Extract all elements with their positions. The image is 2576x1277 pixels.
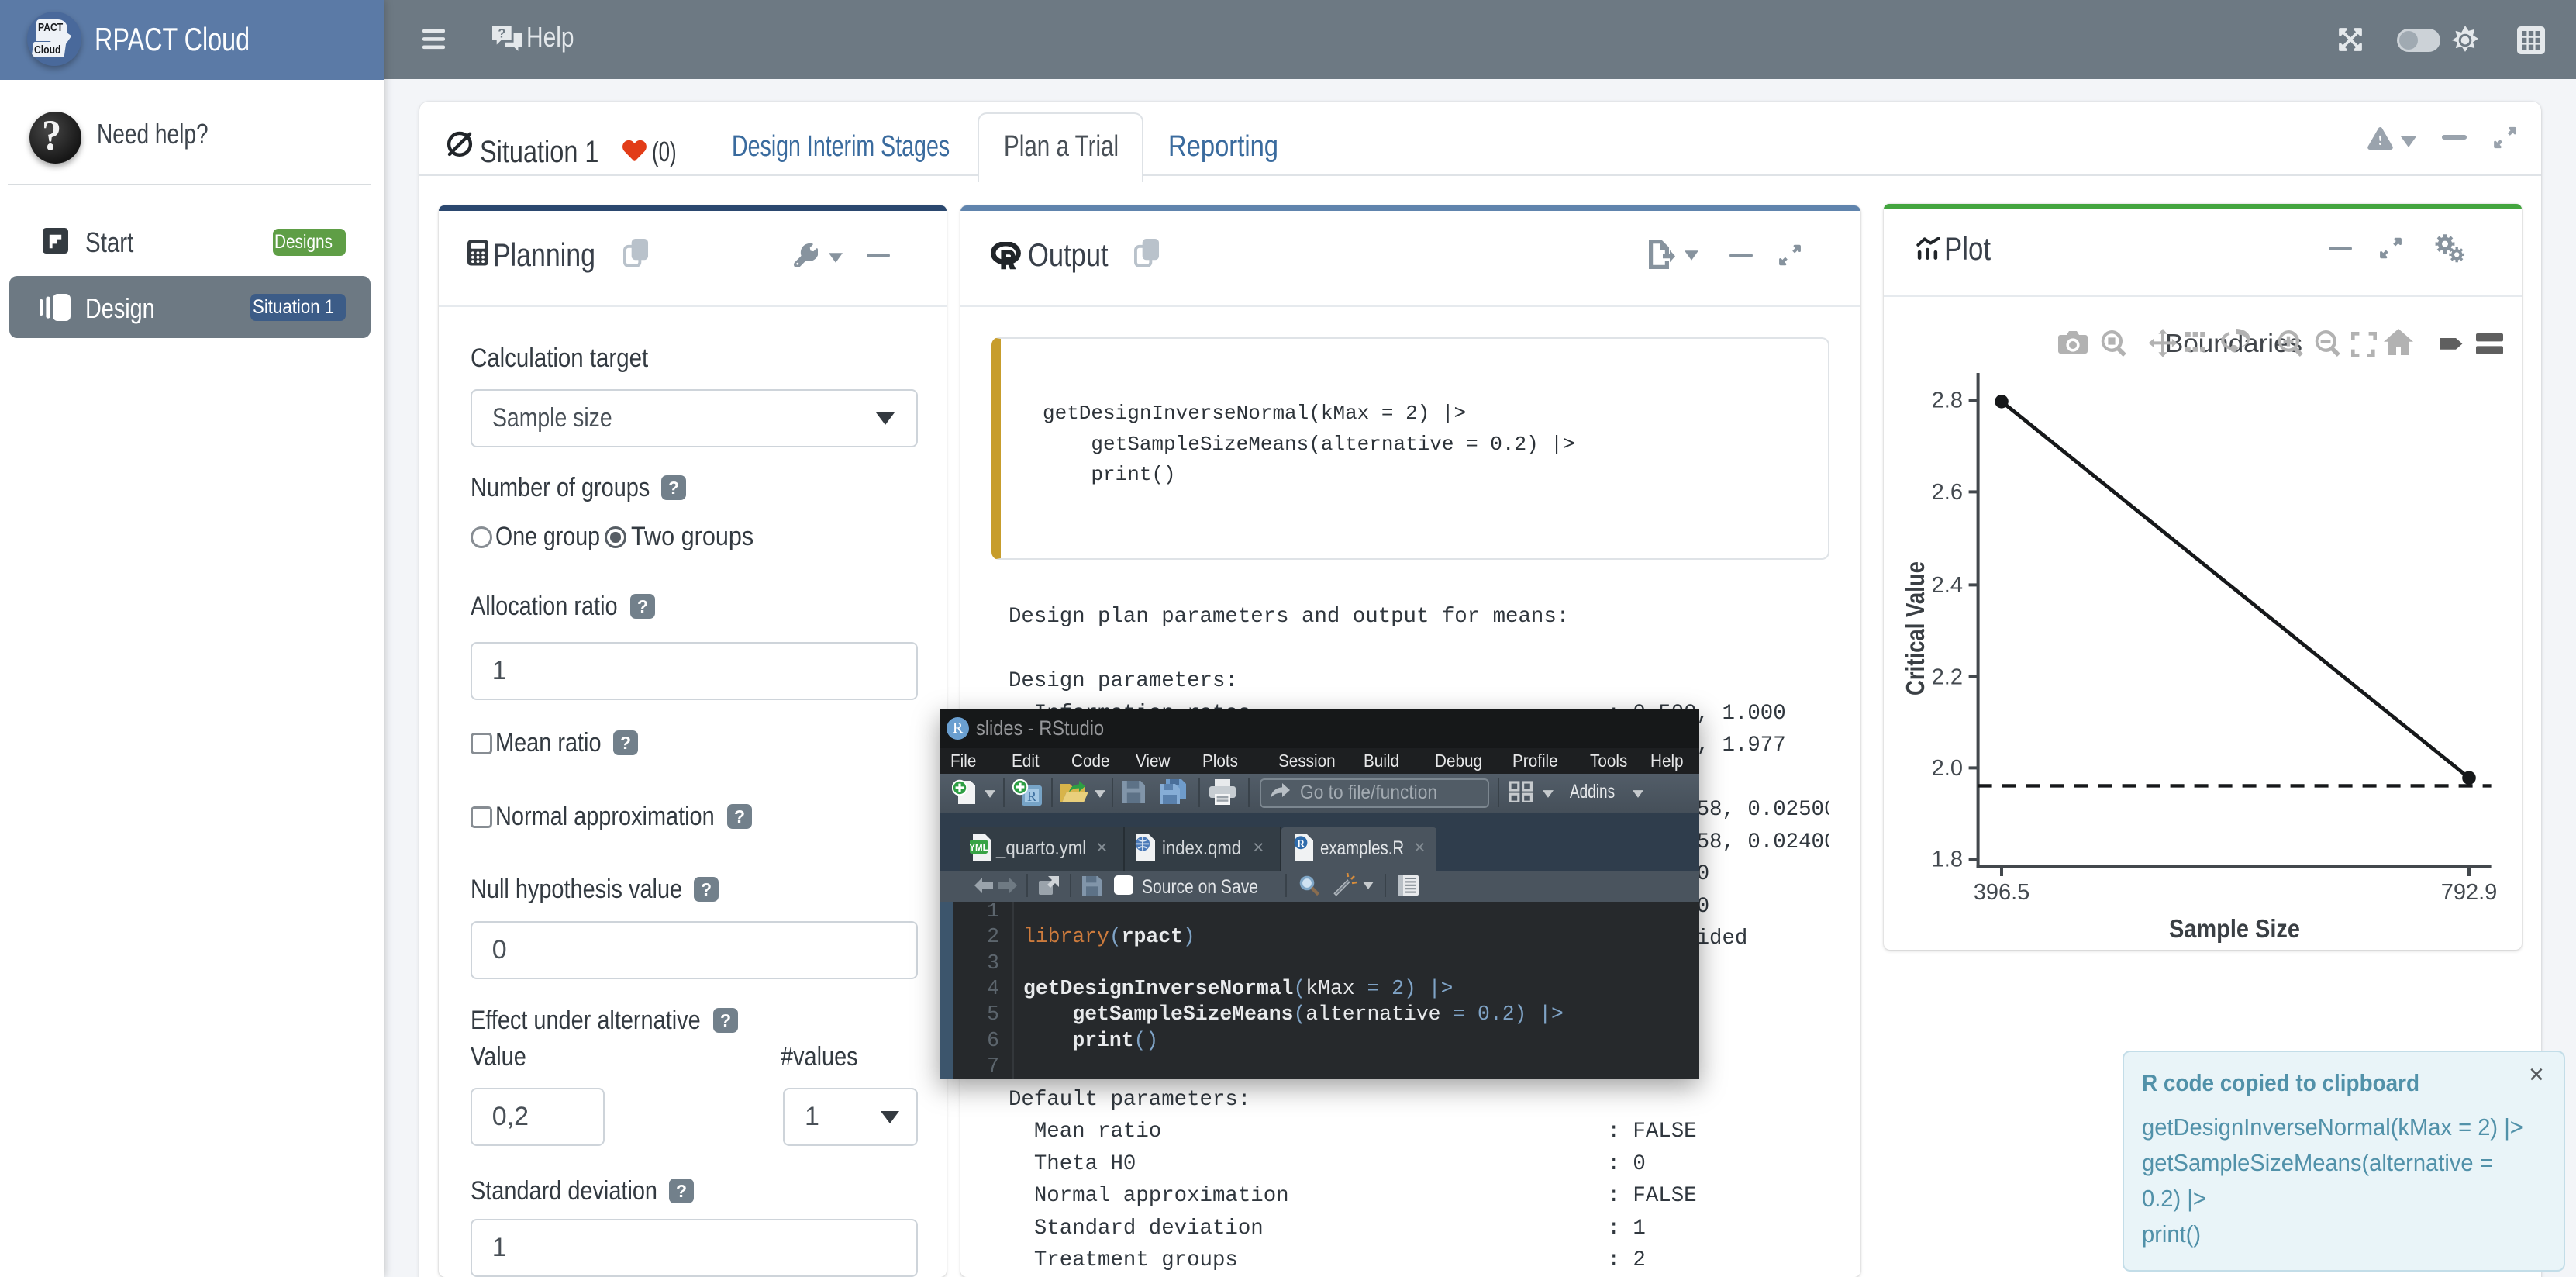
svg-text:2.2: 2.2 [1932, 664, 1963, 689]
svg-text:R: R [1297, 838, 1305, 850]
svg-text:2.4: 2.4 [1932, 573, 1963, 598]
svg-text:R: R [1027, 789, 1036, 804]
svg-text:1.8: 1.8 [1932, 847, 1963, 871]
svg-text:2.6: 2.6 [1932, 480, 1963, 505]
svg-text:Critical Value: Critical Value [1901, 561, 1929, 695]
svg-text:2.0: 2.0 [1932, 756, 1963, 781]
svg-text:2.8: 2.8 [1932, 388, 1963, 412]
svg-text:YML: YML [970, 843, 988, 853]
svg-text:Sample Size: Sample Size [2169, 914, 2300, 943]
svg-text:?: ? [498, 26, 505, 40]
svg-text:396.5: 396.5 [1974, 880, 2030, 905]
svg-text:792.9: 792.9 [2441, 880, 2498, 905]
